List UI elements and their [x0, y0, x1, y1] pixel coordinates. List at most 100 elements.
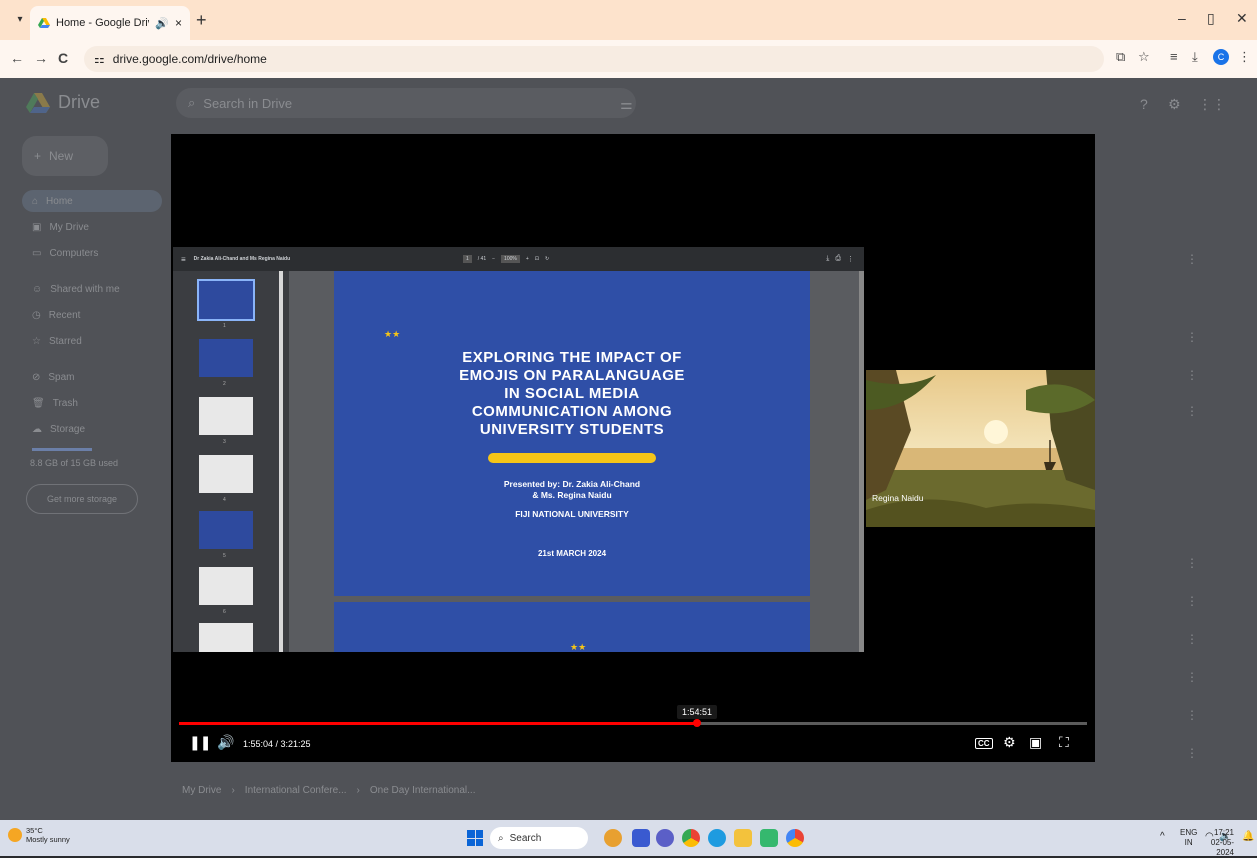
participant-name: Regina Naidu — [872, 493, 924, 503]
minimize-button[interactable]: – — [1178, 10, 1186, 26]
clock-date: 02-05-2024 — [1210, 838, 1234, 857]
fullscreen-button[interactable]: ⛶ — [1059, 734, 1069, 751]
chrome-menu-icon[interactable]: ⋮ — [1238, 49, 1251, 65]
thumbnail-number: 3 — [223, 439, 226, 445]
downloads-icon[interactable]: ⤓ — [1192, 49, 1198, 65]
clock[interactable]: 17:21 02-05-2024 — [1194, 828, 1234, 858]
sidebar-item-shared[interactable]: ☺ Shared with me — [22, 278, 162, 300]
tab-search-button[interactable]: ▾ — [10, 10, 30, 30]
pdf-scrollbar — [859, 271, 864, 652]
site-info-icon[interactable]: ⚏ — [94, 52, 105, 66]
sidebar-item-home[interactable]: ⌂ Home — [22, 190, 162, 212]
volume-icon[interactable]: 🔊 — [217, 734, 234, 751]
pdf-toolbar: ≡ Dr Zakia Ali-Chand and Ms Regina Naidu… — [173, 247, 864, 271]
sidebar-item-storage[interactable]: ☁ Storage — [22, 418, 162, 440]
thumbnail — [199, 511, 253, 549]
row-more-icon[interactable]: ⋮ — [1186, 708, 1198, 722]
search-options-icon[interactable]: ⚌ — [620, 96, 633, 113]
sidebar-item-label: Home — [46, 195, 73, 207]
row-more-icon[interactable]: ⋮ — [1186, 632, 1198, 646]
weather-widget[interactable]: 35°C Mostly sunny — [8, 826, 70, 844]
drive-logo[interactable]: Drive — [26, 92, 100, 113]
forward-button[interactable]: → — [34, 50, 48, 66]
notification-bell-icon[interactable]: 🔔 — [1242, 832, 1254, 842]
thumbnail — [199, 339, 253, 377]
get-more-storage-button[interactable]: Get more storage — [26, 484, 138, 514]
tab-title: Home - Google Drive — [56, 17, 150, 29]
pdf-zoom: 100% — [501, 255, 520, 263]
row-more-icon[interactable]: ⋮ — [1186, 368, 1198, 382]
tab-close-button[interactable]: × — [175, 16, 182, 30]
restore-button[interactable]: ▯ — [1207, 10, 1215, 27]
sidebar-item-spam[interactable]: ⊘ Spam — [22, 366, 162, 388]
file-explorer-icon[interactable] — [734, 829, 752, 847]
address-bar[interactable]: ⚏ drive.google.com/drive/home — [84, 46, 1104, 72]
task-view-icon[interactable] — [632, 829, 650, 847]
sidebar-item-my-drive[interactable]: ▣ My Drive — [22, 216, 162, 238]
zoom-out-icon: − — [492, 256, 496, 262]
sidebar-item-starred[interactable]: ☆ Starred — [22, 330, 162, 352]
sidebar-item-computers[interactable]: ▭ Computers — [22, 242, 162, 264]
search-placeholder: Search in Drive — [203, 95, 293, 111]
store-app-icon[interactable] — [760, 829, 778, 847]
back-button[interactable]: ← — [10, 50, 24, 66]
time-display: 1:55:04 / 3:21:25 — [243, 739, 311, 749]
profile-avatar[interactable]: C — [1213, 49, 1229, 65]
timeline-scrubber[interactable] — [179, 719, 1087, 727]
edge-app-icon[interactable] — [708, 829, 726, 847]
storage-icon: ☁ — [32, 423, 42, 435]
browser-tab[interactable]: Home - Google Drive 🔊 × — [30, 6, 190, 40]
timeline-handle[interactable] — [693, 719, 701, 727]
window-close-button[interactable]: ✕ — [1236, 10, 1248, 27]
teams-app-icon[interactable] — [656, 829, 674, 847]
row-more-icon[interactable]: ⋮ — [1186, 670, 1198, 684]
rotate-icon: ↻ — [544, 256, 550, 262]
apps-grid-icon[interactable]: ⋮⋮ — [1198, 96, 1226, 113]
pdf-thumbnails: 1 2 3 4 5 6 — [173, 271, 283, 652]
drive-search-input[interactable]: ⌕ Search in Drive — [176, 88, 636, 118]
new-button[interactable]: + New — [22, 136, 108, 176]
breadcrumb-item[interactable]: International Confere... — [245, 785, 347, 796]
settings-gear-icon[interactable]: ⚙ — [1168, 96, 1181, 113]
weather-condition: Mostly sunny — [26, 835, 70, 844]
chrome-profile-app-icon[interactable] — [786, 829, 804, 847]
row-more-icon[interactable]: ⋮ — [1186, 746, 1198, 760]
chevron-up-icon[interactable]: ^ — [1160, 832, 1165, 842]
tab-audio-icon[interactable]: 🔊 — [155, 17, 169, 30]
start-button[interactable] — [467, 830, 483, 846]
sidebar-item-label: Trash — [52, 397, 78, 409]
video-player[interactable]: ≡ Dr Zakia Ali-Chand and Ms Regina Naidu… — [171, 134, 1095, 762]
captions-button[interactable]: CC — [975, 738, 993, 749]
reading-list-icon[interactable]: ≡ — [1170, 49, 1178, 64]
install-app-icon[interactable]: ⧉ — [1116, 49, 1125, 65]
reload-button[interactable]: C — [58, 50, 68, 66]
thumbnail-scrollbar — [279, 271, 283, 652]
taskbar-search-label: Search — [509, 832, 542, 844]
bookmark-star-icon[interactable]: ☆ — [1138, 49, 1150, 65]
google-drive-favicon-icon — [38, 18, 50, 28]
row-more-icon[interactable]: ⋮ — [1186, 252, 1198, 266]
drive-logo-text: Drive — [58, 92, 101, 112]
row-more-icon[interactable]: ⋮ — [1186, 556, 1198, 570]
pause-button[interactable]: ❚❚ — [189, 734, 211, 751]
breadcrumb-item[interactable]: One Day International... — [370, 785, 476, 796]
miniplayer-button[interactable]: ▣ — [1029, 734, 1042, 751]
widgets-app-icon[interactable] — [604, 829, 622, 847]
row-more-icon[interactable]: ⋮ — [1186, 594, 1198, 608]
row-more-icon[interactable]: ⋮ — [1186, 330, 1198, 344]
sidebar-item-label: Starred — [48, 335, 82, 347]
chrome-app-icon[interactable] — [682, 829, 700, 847]
storage-bar — [32, 448, 92, 451]
taskbar-search[interactable]: ⌕ Search — [490, 827, 588, 849]
temperature: 35°C — [26, 826, 43, 835]
sidebar-item-label: Computers — [49, 247, 99, 259]
help-icon[interactable]: ? — [1140, 96, 1148, 112]
download-icon: ⤓ — [826, 255, 830, 262]
sidebar-item-trash[interactable]: 🗑 Trash — [22, 392, 162, 414]
row-more-icon[interactable]: ⋮ — [1186, 404, 1198, 418]
new-tab-button[interactable]: + — [196, 10, 207, 31]
breadcrumb-item[interactable]: My Drive — [182, 785, 221, 796]
sidebar-item-recent[interactable]: ◷ Recent — [22, 304, 162, 326]
settings-gear-icon[interactable]: ⚙ — [1003, 734, 1016, 751]
shared-icon: ☺ — [32, 283, 43, 295]
